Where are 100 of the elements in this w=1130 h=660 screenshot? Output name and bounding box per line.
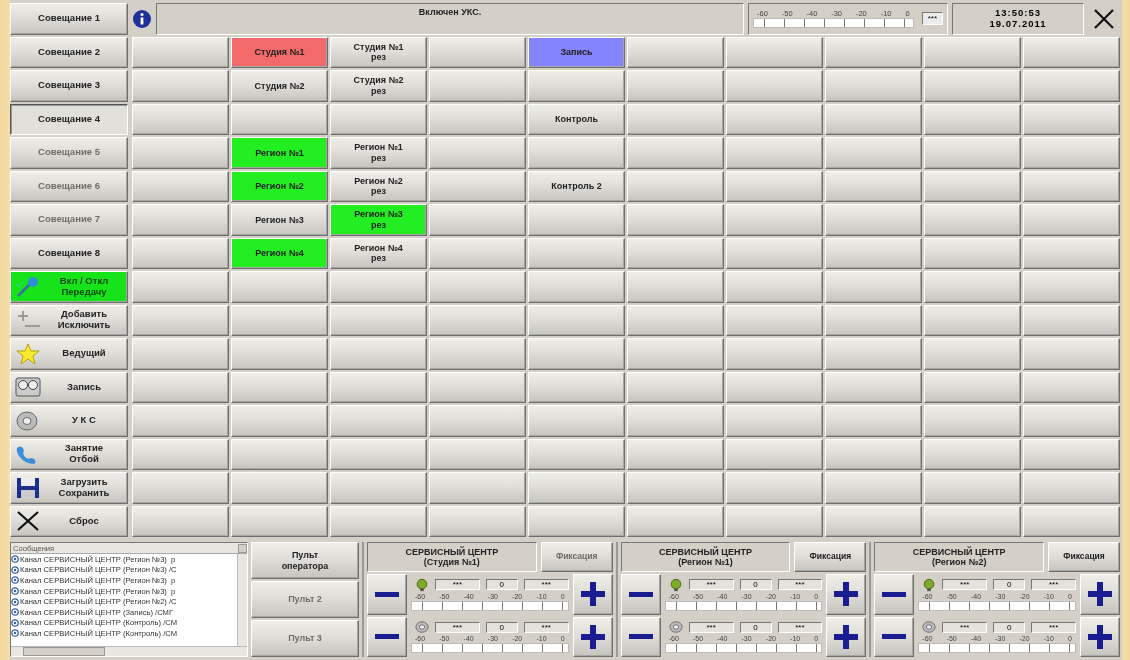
empty-slot-button[interactable] <box>726 70 823 102</box>
empty-slot-button[interactable] <box>726 505 823 537</box>
empty-slot-button[interactable] <box>924 405 1021 437</box>
fix-button[interactable]: Фиксация <box>1048 542 1120 572</box>
plus-button[interactable] <box>826 616 867 657</box>
empty-slot-button[interactable] <box>825 204 922 236</box>
empty-slot-button[interactable] <box>726 237 823 269</box>
empty-slot-button[interactable] <box>528 505 625 537</box>
empty-slot-button[interactable] <box>924 36 1021 68</box>
channel-button[interactable]: Регион №3 <box>231 204 328 236</box>
empty-slot-button[interactable] <box>330 438 427 470</box>
empty-slot-button[interactable] <box>627 338 724 370</box>
empty-slot-button[interactable] <box>924 237 1021 269</box>
empty-slot-button[interactable] <box>1023 137 1120 169</box>
empty-slot-button[interactable] <box>429 237 526 269</box>
empty-slot-button[interactable] <box>231 405 328 437</box>
empty-slot-button[interactable] <box>429 170 526 202</box>
empty-slot-button[interactable] <box>1023 338 1120 370</box>
empty-slot-button[interactable] <box>429 271 526 303</box>
empty-slot-button[interactable] <box>528 304 625 336</box>
plus-button[interactable] <box>572 574 613 615</box>
empty-slot-button[interactable] <box>330 304 427 336</box>
meeting-button[interactable]: Совещание 1 <box>10 3 128 35</box>
empty-slot-button[interactable] <box>924 271 1021 303</box>
tool-button[interactable]: Сброс <box>10 505 128 537</box>
fix-button[interactable]: Фиксация <box>794 542 867 572</box>
channel-button[interactable]: Студия №2 <box>231 70 328 102</box>
empty-slot-button[interactable] <box>924 137 1021 169</box>
scrollbar[interactable] <box>237 554 247 646</box>
channel-button[interactable]: Студия №1 рез <box>330 36 427 68</box>
empty-slot-button[interactable] <box>528 271 625 303</box>
empty-slot-button[interactable] <box>924 304 1021 336</box>
tool-button[interactable]: Ведущий <box>10 338 128 370</box>
empty-slot-button[interactable] <box>1023 237 1120 269</box>
empty-slot-button[interactable] <box>825 371 922 403</box>
minus-button[interactable] <box>367 574 407 615</box>
plus-button[interactable] <box>1080 616 1120 657</box>
empty-slot-button[interactable] <box>132 36 229 68</box>
channel-button[interactable]: Регион №1 <box>231 137 328 169</box>
empty-slot-button[interactable] <box>924 505 1021 537</box>
empty-slot-button[interactable] <box>825 36 922 68</box>
tool-button[interactable]: Запись <box>10 371 128 403</box>
empty-slot-button[interactable] <box>528 371 625 403</box>
empty-slot-button[interactable] <box>726 137 823 169</box>
plus-button[interactable] <box>572 616 613 657</box>
scroll-thumb[interactable] <box>23 647 105 656</box>
channel-button[interactable]: Регион №1 рез <box>330 137 427 169</box>
empty-slot-button[interactable] <box>1023 103 1120 135</box>
empty-slot-button[interactable] <box>330 405 427 437</box>
minus-button[interactable] <box>367 616 407 657</box>
empty-slot-button[interactable] <box>330 505 427 537</box>
empty-slot-button[interactable] <box>627 405 724 437</box>
channel-button[interactable]: Студия №2 рез <box>330 70 427 102</box>
empty-slot-button[interactable] <box>132 371 229 403</box>
empty-slot-button[interactable] <box>825 170 922 202</box>
empty-slot-button[interactable] <box>429 103 526 135</box>
empty-slot-button[interactable] <box>924 371 1021 403</box>
empty-slot-button[interactable] <box>726 103 823 135</box>
empty-slot-button[interactable] <box>825 472 922 504</box>
empty-slot-button[interactable] <box>132 70 229 102</box>
info-icon[interactable] <box>132 8 152 29</box>
plus-button[interactable] <box>1080 574 1120 615</box>
empty-slot-button[interactable] <box>1023 472 1120 504</box>
empty-slot-button[interactable] <box>231 505 328 537</box>
empty-slot-button[interactable] <box>627 438 724 470</box>
empty-slot-button[interactable] <box>627 271 724 303</box>
empty-slot-button[interactable] <box>726 170 823 202</box>
empty-slot-button[interactable] <box>627 70 724 102</box>
empty-slot-button[interactable] <box>231 304 328 336</box>
empty-slot-button[interactable] <box>726 338 823 370</box>
empty-slot-button[interactable] <box>924 338 1021 370</box>
empty-slot-button[interactable] <box>726 405 823 437</box>
empty-slot-button[interactable] <box>825 70 922 102</box>
empty-slot-button[interactable] <box>726 438 823 470</box>
empty-slot-button[interactable] <box>528 70 625 102</box>
channel-button[interactable]: Запись <box>528 36 625 68</box>
empty-slot-button[interactable] <box>231 472 328 504</box>
channel-button[interactable]: Регион №4 <box>231 237 328 269</box>
minus-button[interactable] <box>620 574 661 615</box>
empty-slot-button[interactable] <box>825 137 922 169</box>
channel-button[interactable]: Регион №2 <box>231 170 328 202</box>
empty-slot-button[interactable] <box>528 204 625 236</box>
empty-slot-button[interactable] <box>924 472 1021 504</box>
meeting-button[interactable]: Совещание 3 <box>10 70 128 102</box>
empty-slot-button[interactable] <box>825 237 922 269</box>
empty-slot-button[interactable] <box>924 438 1021 470</box>
empty-slot-button[interactable] <box>429 405 526 437</box>
empty-slot-button[interactable] <box>1023 405 1120 437</box>
empty-slot-button[interactable] <box>924 204 1021 236</box>
empty-slot-button[interactable] <box>627 103 724 135</box>
empty-slot-button[interactable] <box>429 338 526 370</box>
empty-slot-button[interactable] <box>627 472 724 504</box>
meeting-button[interactable]: Совещание 4 <box>10 103 128 135</box>
empty-slot-button[interactable] <box>231 338 328 370</box>
empty-slot-button[interactable] <box>726 371 823 403</box>
tool-button[interactable]: Загрузить Сохранить <box>10 472 128 504</box>
empty-slot-button[interactable] <box>132 505 229 537</box>
empty-slot-button[interactable] <box>330 338 427 370</box>
empty-slot-button[interactable] <box>231 103 328 135</box>
minus-button[interactable] <box>874 574 915 615</box>
